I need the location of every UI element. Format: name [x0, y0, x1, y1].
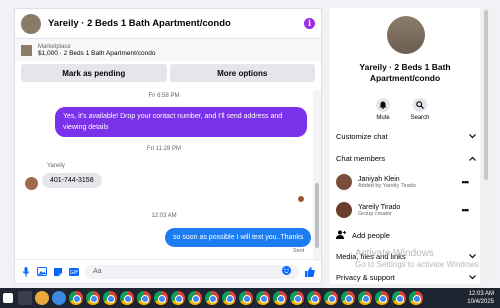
- chrome-icon[interactable]: [256, 291, 270, 305]
- chevron-up-icon: [469, 154, 476, 163]
- thread-scrollbar[interactable]: [313, 91, 321, 261]
- chrome-icon[interactable]: [69, 291, 83, 305]
- more-options-icon[interactable]: •••: [462, 205, 470, 215]
- emoji-icon[interactable]: [282, 266, 291, 277]
- message-thread[interactable]: Fri 6:58 PM Yes, it's available! Drop yo…: [15, 91, 313, 261]
- task-view-icon[interactable]: [18, 291, 32, 305]
- message-input-placeholder: Aa: [93, 268, 102, 275]
- privacy-support-label: Privacy & support: [336, 273, 395, 282]
- more-options-button[interactable]: More options: [169, 64, 315, 82]
- timestamp: 12:03 AM: [151, 213, 177, 219]
- add-people-row[interactable]: Add people: [336, 230, 476, 241]
- chrome-icon[interactable]: [222, 291, 236, 305]
- member-subtitle: Added by Yareily Tirado: [358, 182, 416, 189]
- sent-status: Sent: [293, 248, 305, 254]
- chrome-icon[interactable]: [86, 291, 100, 305]
- message-input[interactable]: Aa: [85, 264, 299, 279]
- info-icon[interactable]: i: [304, 18, 315, 29]
- customize-chat-row[interactable]: Customize chat: [336, 132, 476, 141]
- chrome-icon[interactable]: [341, 291, 355, 305]
- chrome-icon[interactable]: [324, 291, 338, 305]
- page-scrollbar[interactable]: [482, 8, 490, 284]
- chat-header: Yareily · 2 Beds 1 Bath Apartment/condo …: [15, 9, 321, 39]
- chat-title[interactable]: Yareily · 2 Beds 1 Bath Apartment/condo: [48, 18, 304, 29]
- customize-chat-label: Customize chat: [336, 132, 388, 141]
- conversation-panel: Yareily · 2 Beds 1 Bath Apartment/condo …: [14, 8, 322, 284]
- mute-label: Mute: [376, 115, 390, 121]
- chat-members-row[interactable]: Chat members: [336, 154, 476, 163]
- search-button[interactable]: Search: [405, 98, 435, 121]
- chrome-icon[interactable]: [358, 291, 372, 305]
- outgoing-message[interactable]: Yes, it's available! Drop your contact n…: [55, 107, 307, 137]
- search-label: Search: [410, 115, 430, 121]
- bell-icon: [376, 98, 390, 112]
- chevron-down-icon: [469, 132, 476, 141]
- windows-activation-watermark: Activate Windows Go to Settings to activ…: [355, 248, 481, 270]
- chat-avatar[interactable]: [21, 13, 41, 34]
- chrome-icon[interactable]: [188, 291, 202, 305]
- mute-button[interactable]: Mute: [368, 98, 398, 121]
- chrome-icon[interactable]: [205, 291, 219, 305]
- chrome-icon[interactable]: [273, 291, 287, 305]
- page-scroll-thumb[interactable]: [484, 10, 488, 180]
- like-icon[interactable]: [305, 266, 315, 277]
- listing-avatar[interactable]: [387, 16, 425, 54]
- member-avatar[interactable]: [336, 202, 352, 218]
- add-people-label: Add people: [352, 231, 390, 240]
- add-person-icon: [336, 230, 346, 241]
- svg-text:GIF: GIF: [70, 270, 78, 276]
- sidebar-title: Yareily · 2 Beds 1 Bath Apartment/condo: [359, 62, 451, 83]
- read-receipt-avatar: [298, 196, 304, 202]
- chrome-icon[interactable]: [154, 291, 168, 305]
- chat-info-sidebar: Yareily · 2 Beds 1 Bath Apartment/condo …: [330, 8, 480, 284]
- more-options-icon[interactable]: •••: [462, 177, 470, 187]
- search-icon: [413, 98, 427, 112]
- photo-icon[interactable]: [37, 267, 47, 277]
- member-subtitle: Group creator: [358, 210, 392, 217]
- chat-members-label: Chat members: [336, 154, 386, 163]
- chrome-icon[interactable]: [171, 291, 185, 305]
- timestamp: Fri 11:28 PM: [147, 146, 181, 152]
- timestamp: Fri 6:58 PM: [148, 93, 180, 99]
- clock-date: 10/4/2025: [467, 299, 494, 305]
- privacy-support-row[interactable]: Privacy & support: [336, 273, 476, 282]
- chevron-down-icon: [469, 273, 476, 282]
- chrome-icon[interactable]: [103, 291, 117, 305]
- sender-avatar[interactable]: [25, 177, 38, 190]
- member-name: Janiyah Klein: [358, 175, 400, 183]
- sticker-icon[interactable]: [53, 267, 63, 277]
- listing-title: $1,000 · 2 Beds 1 Bath Apartment/condo: [38, 49, 156, 57]
- chrome-icon[interactable]: [392, 291, 406, 305]
- chrome-icon[interactable]: [375, 291, 389, 305]
- watermark-title: Activate Windows: [355, 248, 434, 259]
- chrome-icon[interactable]: [290, 291, 304, 305]
- chrome-icon[interactable]: [239, 291, 253, 305]
- incoming-message[interactable]: 401-744-3158: [42, 173, 102, 188]
- windows-start-icon[interactable]: [3, 293, 13, 303]
- file-explorer-icon[interactable]: [35, 291, 49, 305]
- member-row[interactable]: Janiyah Klein Added by Yareily Tirado ••…: [336, 174, 470, 190]
- gif-icon[interactable]: GIF: [69, 267, 79, 277]
- listing-thumbnail: [21, 44, 32, 56]
- member-name: Yareily Tirado: [358, 203, 401, 211]
- watermark-subtitle: Go to Settings to activate Windows.: [355, 260, 482, 269]
- outgoing-message[interactable]: so soon as possible I will text you..Tha…: [165, 228, 312, 247]
- mark-as-pending-button[interactable]: Mark as pending: [21, 64, 167, 82]
- chrome-icon[interactable]: [120, 291, 134, 305]
- composer: GIF Aa: [15, 259, 321, 283]
- marketplace-banner[interactable]: Marketplace $1,000 · 2 Beds 1 Bath Apart…: [15, 39, 321, 61]
- member-avatar[interactable]: [336, 174, 352, 190]
- microphone-icon[interactable]: [21, 266, 31, 277]
- edge-icon[interactable]: [52, 291, 66, 305]
- chrome-icon[interactable]: [137, 291, 151, 305]
- system-clock[interactable]: 12:03 AM 10/4/2025: [467, 290, 494, 306]
- clock-time: 12:03 AM: [468, 291, 494, 297]
- taskbar: 12:03 AM 10/4/2025: [0, 288, 500, 308]
- scroll-thumb[interactable]: [315, 183, 319, 248]
- sender-name: Yareily: [47, 163, 65, 169]
- chrome-icon[interactable]: [409, 291, 423, 305]
- chrome-icon[interactable]: [307, 291, 321, 305]
- listing-actions: Mark as pending More options: [15, 61, 321, 85]
- member-row[interactable]: Yareily Tirado Group creator •••: [336, 202, 470, 218]
